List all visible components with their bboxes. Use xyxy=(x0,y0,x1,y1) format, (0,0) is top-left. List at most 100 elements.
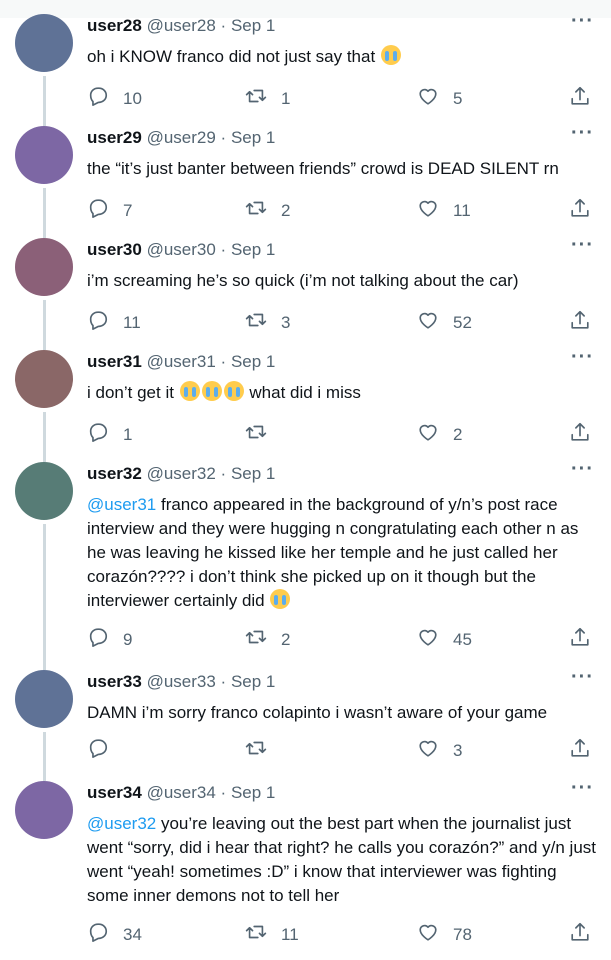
more-dots-icon[interactable]: ··· xyxy=(571,122,594,145)
mention-link[interactable]: @user31 xyxy=(87,495,156,514)
retweet-button[interactable]: 2 xyxy=(245,626,290,653)
avatar[interactable] xyxy=(15,238,73,296)
share-button[interactable] xyxy=(569,421,591,448)
like-button[interactable]: 3 xyxy=(417,737,462,764)
tweet-body-text: i don’t get it xyxy=(87,383,179,402)
tweet-date[interactable]: Sep 1 xyxy=(231,464,275,483)
user-handle[interactable]: @user31 xyxy=(147,352,216,371)
like-button[interactable]: 2 xyxy=(417,421,462,448)
tweet[interactable]: user31 @user31 · Sep 1 ··· i don’t get it … xyxy=(0,336,611,462)
username[interactable]: user34 xyxy=(87,783,142,802)
retweet-button[interactable]: 11 xyxy=(245,921,299,948)
avatar[interactable] xyxy=(15,462,73,520)
retweet-button[interactable] xyxy=(245,737,281,764)
tweet[interactable]: user34 @user34 · Sep 1 ··· @user32 you’re … xyxy=(0,767,611,960)
like-button[interactable]: 11 xyxy=(417,197,471,224)
more-dots-icon[interactable]: ··· xyxy=(571,346,594,369)
reply-icon xyxy=(87,626,123,653)
tweet-date[interactable]: Sep 1 xyxy=(231,16,275,35)
like-count: 5 xyxy=(453,88,463,108)
tweet-date[interactable]: Sep 1 xyxy=(231,672,275,691)
username[interactable]: user32 xyxy=(87,464,142,483)
tweet[interactable]: user33 @user33 · Sep 1 ··· DAMN i’m sorry … xyxy=(0,656,611,781)
more-dots-icon[interactable]: ··· xyxy=(571,234,594,257)
share-button[interactable] xyxy=(569,197,591,224)
mention-link[interactable]: @user32 xyxy=(87,814,156,833)
tweet[interactable]: user32 @user32 · Sep 1 ··· @user31 franco … xyxy=(0,448,611,670)
like-count: 45 xyxy=(453,629,472,649)
tweet-actions: 10 1 5 xyxy=(87,85,597,111)
reply-button[interactable]: 1 xyxy=(87,421,132,448)
heart-icon xyxy=(417,737,453,764)
tweet-date[interactable]: Sep 1 xyxy=(231,240,275,259)
share-button[interactable] xyxy=(569,921,591,948)
tweet-feed: user28 @user28 · Sep 1 ··· oh i KNOW franc… xyxy=(0,0,611,960)
tweet-header: user32 @user32 · Sep 1 xyxy=(87,464,275,488)
like-button[interactable]: 45 xyxy=(417,626,472,653)
retweet-count: 11 xyxy=(281,924,299,944)
crying-emoji-icon xyxy=(179,381,200,401)
tweet-date[interactable]: Sep 1 xyxy=(231,783,275,802)
retweet-icon xyxy=(245,197,281,224)
user-handle[interactable]: @user29 xyxy=(147,128,216,147)
tweet[interactable]: user29 @user29 · Sep 1 ··· the “it’s just … xyxy=(0,112,611,238)
username[interactable]: user29 xyxy=(87,128,142,147)
like-button[interactable]: 78 xyxy=(417,921,472,948)
username[interactable]: user31 xyxy=(87,352,142,371)
tweet-date[interactable]: Sep 1 xyxy=(231,352,275,371)
retweet-button[interactable]: 1 xyxy=(245,85,290,112)
more-dots-icon[interactable]: ··· xyxy=(571,777,594,800)
share-button[interactable] xyxy=(569,626,591,653)
user-handle[interactable]: @user32 xyxy=(147,464,216,483)
tweet-date[interactable]: Sep 1 xyxy=(231,128,275,147)
tweet-actions: 9 2 45 xyxy=(87,626,597,652)
retweet-icon xyxy=(245,737,281,764)
share-button[interactable] xyxy=(569,737,591,764)
like-count: 2 xyxy=(453,424,463,444)
separator: · xyxy=(220,16,227,35)
reply-icon xyxy=(87,921,123,948)
reply-button[interactable] xyxy=(87,737,123,764)
more-dots-icon[interactable]: ··· xyxy=(571,10,594,33)
tweet-header: user30 @user30 · Sep 1 xyxy=(87,240,275,264)
tweet-text: @user31 franco appeared in the backgroun… xyxy=(87,493,597,613)
tweet-body-text: i’m screaming he’s so quick (i’m not tal… xyxy=(87,271,519,290)
share-button[interactable] xyxy=(569,309,591,336)
retweet-button[interactable]: 3 xyxy=(245,309,290,336)
tweet-text: the “it’s just banter between friends” c… xyxy=(87,157,597,181)
reply-button[interactable]: 10 xyxy=(87,85,142,112)
reply-count: 1 xyxy=(123,424,133,444)
retweet-button[interactable] xyxy=(245,421,281,448)
reply-button[interactable]: 9 xyxy=(87,626,132,653)
tweet-body-text: the “it’s just banter between friends” c… xyxy=(87,159,559,178)
avatar[interactable] xyxy=(15,350,73,408)
share-icon xyxy=(569,921,591,948)
user-handle[interactable]: @user28 xyxy=(147,16,216,35)
avatar[interactable] xyxy=(15,126,73,184)
like-button[interactable]: 5 xyxy=(417,85,462,112)
share-icon xyxy=(569,626,591,653)
tweet[interactable]: user28 @user28 · Sep 1 ··· oh i KNOW franc… xyxy=(0,0,611,126)
tweet[interactable]: user30 @user30 · Sep 1 ··· i’m screaming h… xyxy=(0,224,611,350)
avatar[interactable] xyxy=(15,670,73,728)
reply-count: 11 xyxy=(123,312,141,332)
username[interactable]: user33 xyxy=(87,672,142,691)
username[interactable]: user28 xyxy=(87,16,142,35)
separator: · xyxy=(220,240,227,259)
user-handle[interactable]: @user30 xyxy=(147,240,216,259)
user-handle[interactable]: @user33 xyxy=(147,672,216,691)
username[interactable]: user30 xyxy=(87,240,142,259)
tweet-body-text: you’re leaving out the best part when th… xyxy=(87,814,596,905)
tweet-body-text: DAMN i’m sorry franco colapinto i wasn’t… xyxy=(87,703,548,722)
user-handle[interactable]: @user34 xyxy=(147,783,216,802)
retweet-button[interactable]: 2 xyxy=(245,197,290,224)
avatar[interactable] xyxy=(15,14,73,72)
reply-button[interactable]: 34 xyxy=(87,921,142,948)
more-dots-icon[interactable]: ··· xyxy=(571,666,594,689)
more-dots-icon[interactable]: ··· xyxy=(571,458,594,481)
share-button[interactable] xyxy=(569,85,591,112)
avatar[interactable] xyxy=(15,781,73,839)
reply-button[interactable]: 7 xyxy=(87,197,132,224)
reply-button[interactable]: 11 xyxy=(87,309,141,336)
like-button[interactable]: 52 xyxy=(417,309,472,336)
